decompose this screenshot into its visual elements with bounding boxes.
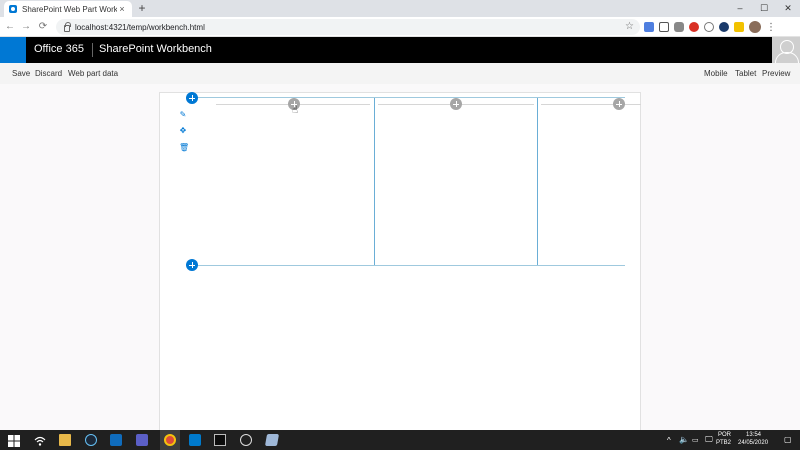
sharepoint-favicon-icon [9, 5, 17, 13]
add-webpart-column-3-icon[interactable] [613, 98, 625, 110]
keyboard-layout[interactable]: PTB2 [716, 440, 731, 446]
tab-title: SharePoint Web Part Workbench [22, 4, 117, 14]
workbench-title: SharePoint Workbench [99, 43, 212, 55]
windows-start-icon[interactable] [8, 434, 20, 447]
dark-mode-extension-icon[interactable] [719, 22, 729, 32]
column-3-insert-line [541, 104, 641, 105]
save-button[interactable]: Save [12, 69, 30, 78]
steam-icon[interactable] [85, 434, 97, 446]
add-webpart-column-2-icon[interactable] [450, 98, 462, 110]
clock-date[interactable]: 24/05/2020 [738, 440, 768, 446]
workbench-canvas [159, 92, 641, 430]
user-avatar-icon[interactable] [772, 37, 800, 63]
radio-extension-icon[interactable] [704, 22, 714, 32]
teams-icon[interactable] [136, 434, 148, 446]
hand-cursor-icon: ☝ [292, 105, 299, 116]
browser-tab[interactable]: SharePoint Web Part Workbench × [4, 1, 132, 17]
suite-bar: Office 365 SharePoint Workbench [0, 37, 800, 63]
close-window-button[interactable]: ✕ [776, 0, 800, 17]
add-section-top-icon[interactable] [186, 92, 198, 104]
profile-avatar[interactable] [749, 21, 761, 33]
vscode-icon[interactable] [189, 434, 201, 446]
camera-extension-icon[interactable] [674, 22, 684, 32]
browser-tabstrip: SharePoint Web Part Workbench × + – ☐ ✕ [0, 0, 800, 17]
window-controls: – ☐ ✕ [728, 0, 800, 17]
file-explorer-icon[interactable] [59, 434, 71, 446]
mobile-preview-button[interactable]: Mobile [704, 69, 728, 78]
tablet-preview-button[interactable]: Tablet [735, 69, 756, 78]
move-section-icon[interactable]: ✥ [179, 127, 187, 135]
url-text[interactable]: localhost:4321/temp/workbench.html [75, 23, 205, 32]
back-button[interactable]: ← [4, 21, 16, 33]
network-icon[interactable]: 🖵 [705, 435, 713, 445]
address-bar[interactable]: localhost:4321/temp/workbench.html ☆ [56, 19, 640, 35]
bookmark-star-icon[interactable]: ☆ [625, 21, 634, 32]
column-divider-1 [374, 98, 375, 266]
clock-time[interactable]: 13:54 [746, 432, 761, 438]
input-language[interactable]: POR [718, 432, 731, 438]
forward-button[interactable]: → [20, 21, 32, 33]
section-top-line [196, 97, 625, 98]
screenshot-extension-icon[interactable] [659, 22, 669, 32]
pen-extension-icon[interactable] [734, 22, 744, 32]
opera-extension-icon[interactable] [689, 22, 699, 32]
notifications-icon[interactable]: ▢ [784, 435, 792, 444]
browser-menu-icon[interactable]: ⋮ [766, 22, 776, 33]
minimize-button[interactable]: – [728, 0, 752, 17]
section-bottom-line [196, 265, 625, 266]
chrome-icon[interactable] [164, 434, 176, 446]
suite-bar-divider [92, 43, 93, 57]
app-launcher-waffle-icon[interactable] [0, 37, 26, 63]
show-hidden-icons-icon[interactable]: ^ [667, 436, 671, 445]
speaker-icon[interactable]: 🔈 [679, 435, 689, 444]
terminal-icon[interactable] [214, 434, 226, 446]
office-365-brand[interactable]: Office 365 [34, 43, 84, 55]
github-desktop-icon[interactable] [240, 434, 252, 446]
wifi-icon[interactable] [34, 434, 46, 446]
notes-app-icon[interactable] [264, 434, 280, 446]
delete-section-icon[interactable]: 🗑 [179, 144, 189, 152]
tab-close-icon[interactable]: × [117, 4, 127, 14]
extension-icons: ⋮ [644, 20, 776, 34]
translate-extension-icon[interactable] [644, 22, 654, 32]
lock-icon [64, 21, 71, 32]
add-section-bottom-icon[interactable] [186, 259, 198, 271]
discard-button[interactable]: Discard [35, 69, 62, 78]
outlook-icon[interactable] [110, 434, 122, 446]
battery-icon[interactable]: ▭ [692, 436, 699, 444]
new-tab-button[interactable]: + [136, 2, 148, 14]
web-part-data-button[interactable]: Web part data [68, 69, 118, 78]
edit-section-icon[interactable]: ✎ [179, 111, 187, 119]
maximize-button[interactable]: ☐ [752, 0, 776, 17]
command-bar: Save Discard Web part data Mobile Tablet… [0, 63, 800, 84]
preview-button[interactable]: Preview [762, 69, 790, 78]
reload-button[interactable]: ⟳ [37, 21, 49, 33]
column-divider-2 [537, 98, 538, 266]
windows-taskbar: ^ 🔈 ▭ 🖵 POR PTB2 13:54 24/05/2020 ▢ [0, 430, 800, 450]
